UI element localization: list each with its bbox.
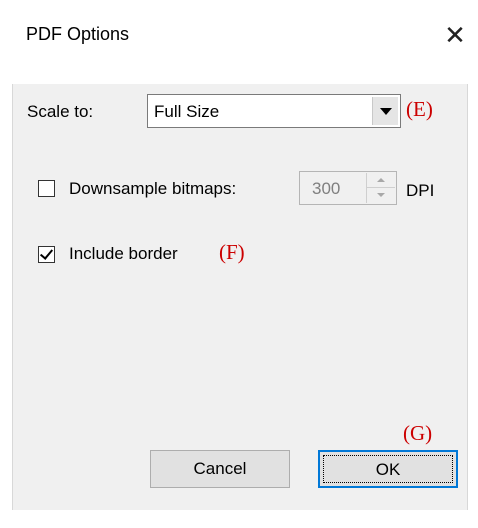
dpi-value[interactable]: 300 bbox=[312, 179, 340, 199]
annotation-f: (F) bbox=[219, 240, 245, 264]
spin-down-icon[interactable] bbox=[367, 188, 395, 203]
downsample-checkbox[interactable] bbox=[38, 180, 55, 197]
scale-selected-value: Full Size bbox=[154, 102, 220, 121]
pdf-options-dialog: PDF Options ✕ Scale to: Full Size (E) Do… bbox=[0, 0, 478, 528]
include-border-checkbox[interactable] bbox=[38, 246, 55, 263]
dpi-spinner[interactable]: 300 bbox=[299, 171, 397, 205]
title-bar[interactable]: PDF Options ✕ bbox=[0, 0, 478, 84]
chevron-down-icon[interactable] bbox=[372, 97, 398, 125]
cancel-button[interactable]: Cancel bbox=[150, 450, 290, 488]
spin-buttons bbox=[366, 173, 395, 203]
ok-focus-rect: OK bbox=[323, 455, 453, 483]
scale-select[interactable]: Full Size bbox=[147, 94, 401, 128]
dpi-unit-label: DPI bbox=[406, 181, 435, 200]
cancel-button-label: Cancel bbox=[193, 459, 247, 478]
annotation-e: (E) bbox=[406, 97, 433, 121]
ok-button-label: OK bbox=[375, 460, 401, 479]
dialog-title: PDF Options bbox=[26, 24, 130, 44]
downsample-label[interactable]: Downsample bitmaps: bbox=[69, 179, 236, 199]
include-border-label[interactable]: Include border bbox=[69, 244, 178, 264]
scale-label: Scale to: bbox=[27, 102, 94, 121]
ok-button[interactable]: OK bbox=[318, 450, 458, 488]
annotation-g: (G) bbox=[403, 421, 433, 445]
close-icon[interactable]: ✕ bbox=[440, 20, 470, 50]
dialog-body: Scale to: Full Size (E) Downsample bitma… bbox=[12, 84, 468, 510]
spin-up-icon[interactable] bbox=[367, 173, 395, 188]
dialog-bottom-border bbox=[0, 510, 478, 528]
